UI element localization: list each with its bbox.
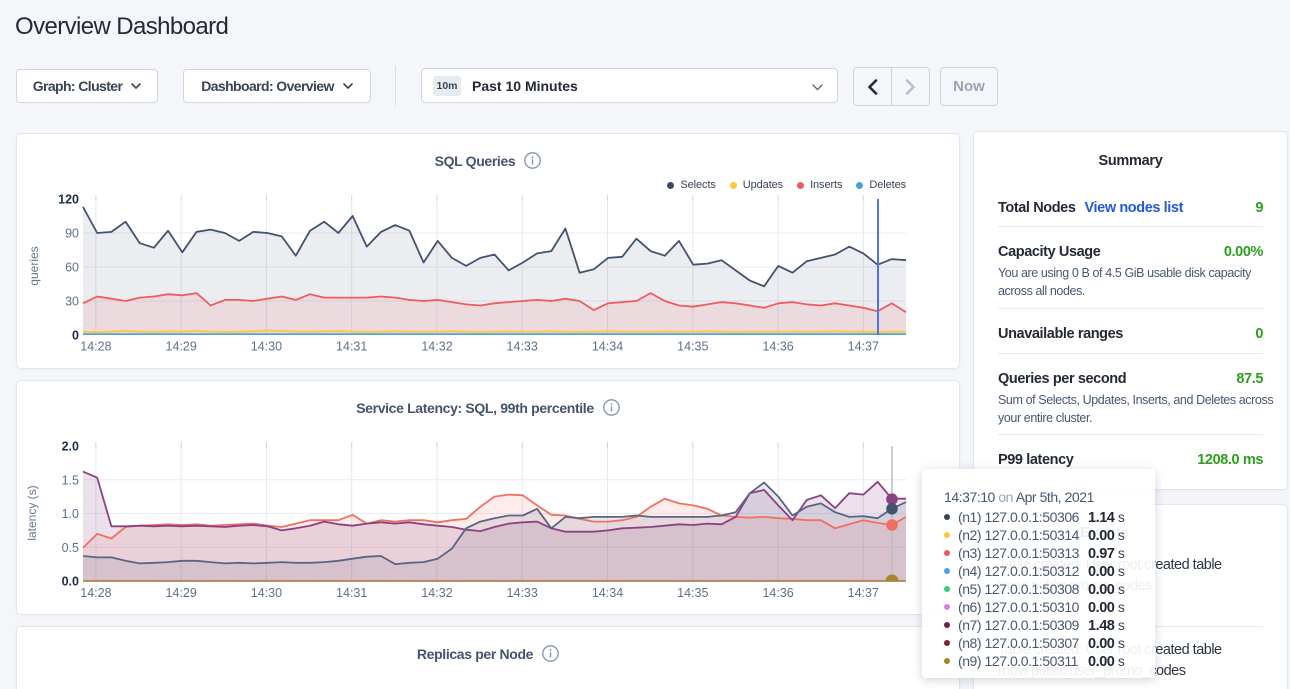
- svg-text:90: 90: [65, 227, 79, 241]
- svg-text:14:29: 14:29: [166, 340, 197, 354]
- svg-text:latency (s): latency (s): [25, 485, 39, 540]
- svg-text:14:32: 14:32: [421, 340, 452, 354]
- svg-text:14:33: 14:33: [507, 340, 538, 354]
- svg-text:14:34: 14:34: [592, 586, 623, 600]
- svg-text:14:30: 14:30: [251, 340, 282, 354]
- svg-text:14:29: 14:29: [166, 586, 197, 600]
- svg-text:2.0: 2.0: [62, 440, 79, 454]
- svg-text:14:31: 14:31: [336, 340, 367, 354]
- svg-text:14:36: 14:36: [762, 586, 793, 600]
- svg-text:14:28: 14:28: [80, 586, 111, 600]
- svg-text:14:31: 14:31: [336, 586, 367, 600]
- svg-text:1.0: 1.0: [62, 507, 79, 521]
- svg-text:0: 0: [72, 329, 79, 343]
- svg-text:14:35: 14:35: [677, 586, 708, 600]
- svg-text:14:37: 14:37: [848, 586, 879, 600]
- svg-text:120: 120: [58, 193, 79, 207]
- svg-text:30: 30: [65, 295, 79, 309]
- svg-text:14:36: 14:36: [762, 340, 793, 354]
- svg-text:queries: queries: [27, 246, 41, 285]
- svg-text:14:30: 14:30: [251, 586, 282, 600]
- svg-text:0.0: 0.0: [62, 575, 79, 589]
- svg-text:14:35: 14:35: [677, 340, 708, 354]
- svg-text:14:33: 14:33: [507, 586, 538, 600]
- svg-text:14:34: 14:34: [592, 340, 623, 354]
- svg-text:14:32: 14:32: [421, 586, 452, 600]
- svg-text:60: 60: [65, 261, 79, 275]
- svg-text:1.5: 1.5: [62, 473, 79, 487]
- svg-text:14:28: 14:28: [80, 340, 111, 354]
- svg-text:0.5: 0.5: [62, 541, 79, 555]
- svg-text:14:37: 14:37: [848, 340, 879, 354]
